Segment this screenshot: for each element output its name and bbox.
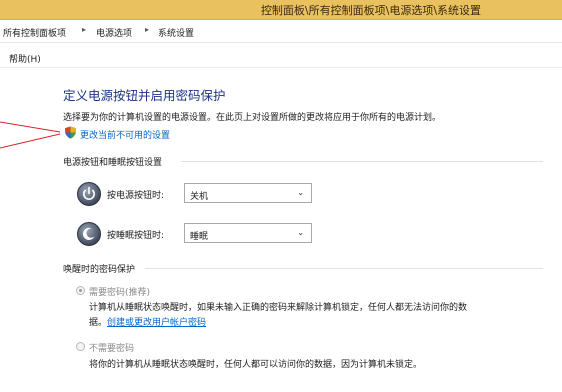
- no-password-radio[interactable]: [76, 342, 85, 351]
- power-button-action-value: 关机: [190, 192, 209, 202]
- red-arrow-annotation: [0, 121, 61, 149]
- sleep-button-label: 按睡眠按钮时:: [107, 231, 165, 241]
- radio-selected-dot: [79, 289, 82, 292]
- create-change-password-link[interactable]: 创建或更改用户帐户密码: [107, 318, 206, 328]
- no-password-label: 不需要密码: [89, 344, 135, 354]
- menu-help[interactable]: 帮助(H): [9, 52, 41, 65]
- power-button-section-heading: 电源按钮和睡眠按钮设置: [63, 158, 163, 168]
- window-titlebar: 控制面板\所有控制面板项\电源选项\系统设置: [0, 0, 562, 20]
- shield-icon: [65, 126, 76, 139]
- password-section-heading: 唤醒时的密码保护: [63, 265, 136, 275]
- sleep-button-action-select[interactable]: 睡眠 ⌄: [184, 223, 312, 243]
- power-button-action-select[interactable]: 关机 ⌄: [184, 183, 312, 203]
- sleep-button-icon: [77, 222, 101, 246]
- section-divider: [145, 268, 543, 269]
- page-title: 定义电源按钮并启用密码保护: [63, 88, 226, 103]
- require-password-description-cont: 据。创建或更改用户帐户密码: [89, 315, 206, 328]
- menubar: 帮助(H): [0, 43, 562, 68]
- page-description: 选择要为你的计算机设置的电源设置。在此页上对设置所做的更改将应用于你所有的电源计…: [63, 113, 442, 123]
- require-password-radio[interactable]: [76, 286, 85, 295]
- require-password-description: 计算机从睡眠状态唤醒时，如果未输入正确的密码来解除计算机锁定，任何人都无法访问你…: [89, 303, 468, 313]
- breadcrumb-separator-icon: ▸: [82, 25, 87, 34]
- power-button-icon: [77, 182, 101, 206]
- breadcrumb-item-system-settings[interactable]: 系统设置: [158, 26, 194, 39]
- sleep-button-action-value: 睡眠: [190, 232, 209, 242]
- breadcrumb: 所有控制面板项 ▸ 电源选项 ▸ 系统设置: [0, 20, 562, 43]
- window-title: 控制面板\所有控制面板项\电源选项\系统设置: [260, 4, 482, 17]
- no-password-description: 将你的计算机从睡眠状态唤醒时，任何人都可以访问你的数据，因为计算机未锁定。: [89, 360, 423, 370]
- password-section-header: 唤醒时的密码保护: [63, 262, 543, 275]
- chevron-down-icon: ⌄: [297, 188, 304, 197]
- require-password-description-tail: 据。: [89, 318, 108, 328]
- breadcrumb-item-all-items[interactable]: 所有控制面板项: [3, 26, 66, 39]
- require-password-label: 需要密码(推荐): [89, 288, 151, 298]
- section-divider: [181, 161, 543, 162]
- chevron-down-icon: ⌄: [297, 228, 304, 237]
- power-button-section-header: 电源按钮和睡眠按钮设置: [63, 155, 543, 168]
- breadcrumb-separator-icon: ▸: [145, 25, 150, 34]
- power-button-label: 按电源按钮时:: [107, 191, 165, 201]
- breadcrumb-item-power-options[interactable]: 电源选项: [96, 26, 132, 39]
- change-unavailable-settings-link[interactable]: 更改当前不可用的设置: [80, 128, 170, 141]
